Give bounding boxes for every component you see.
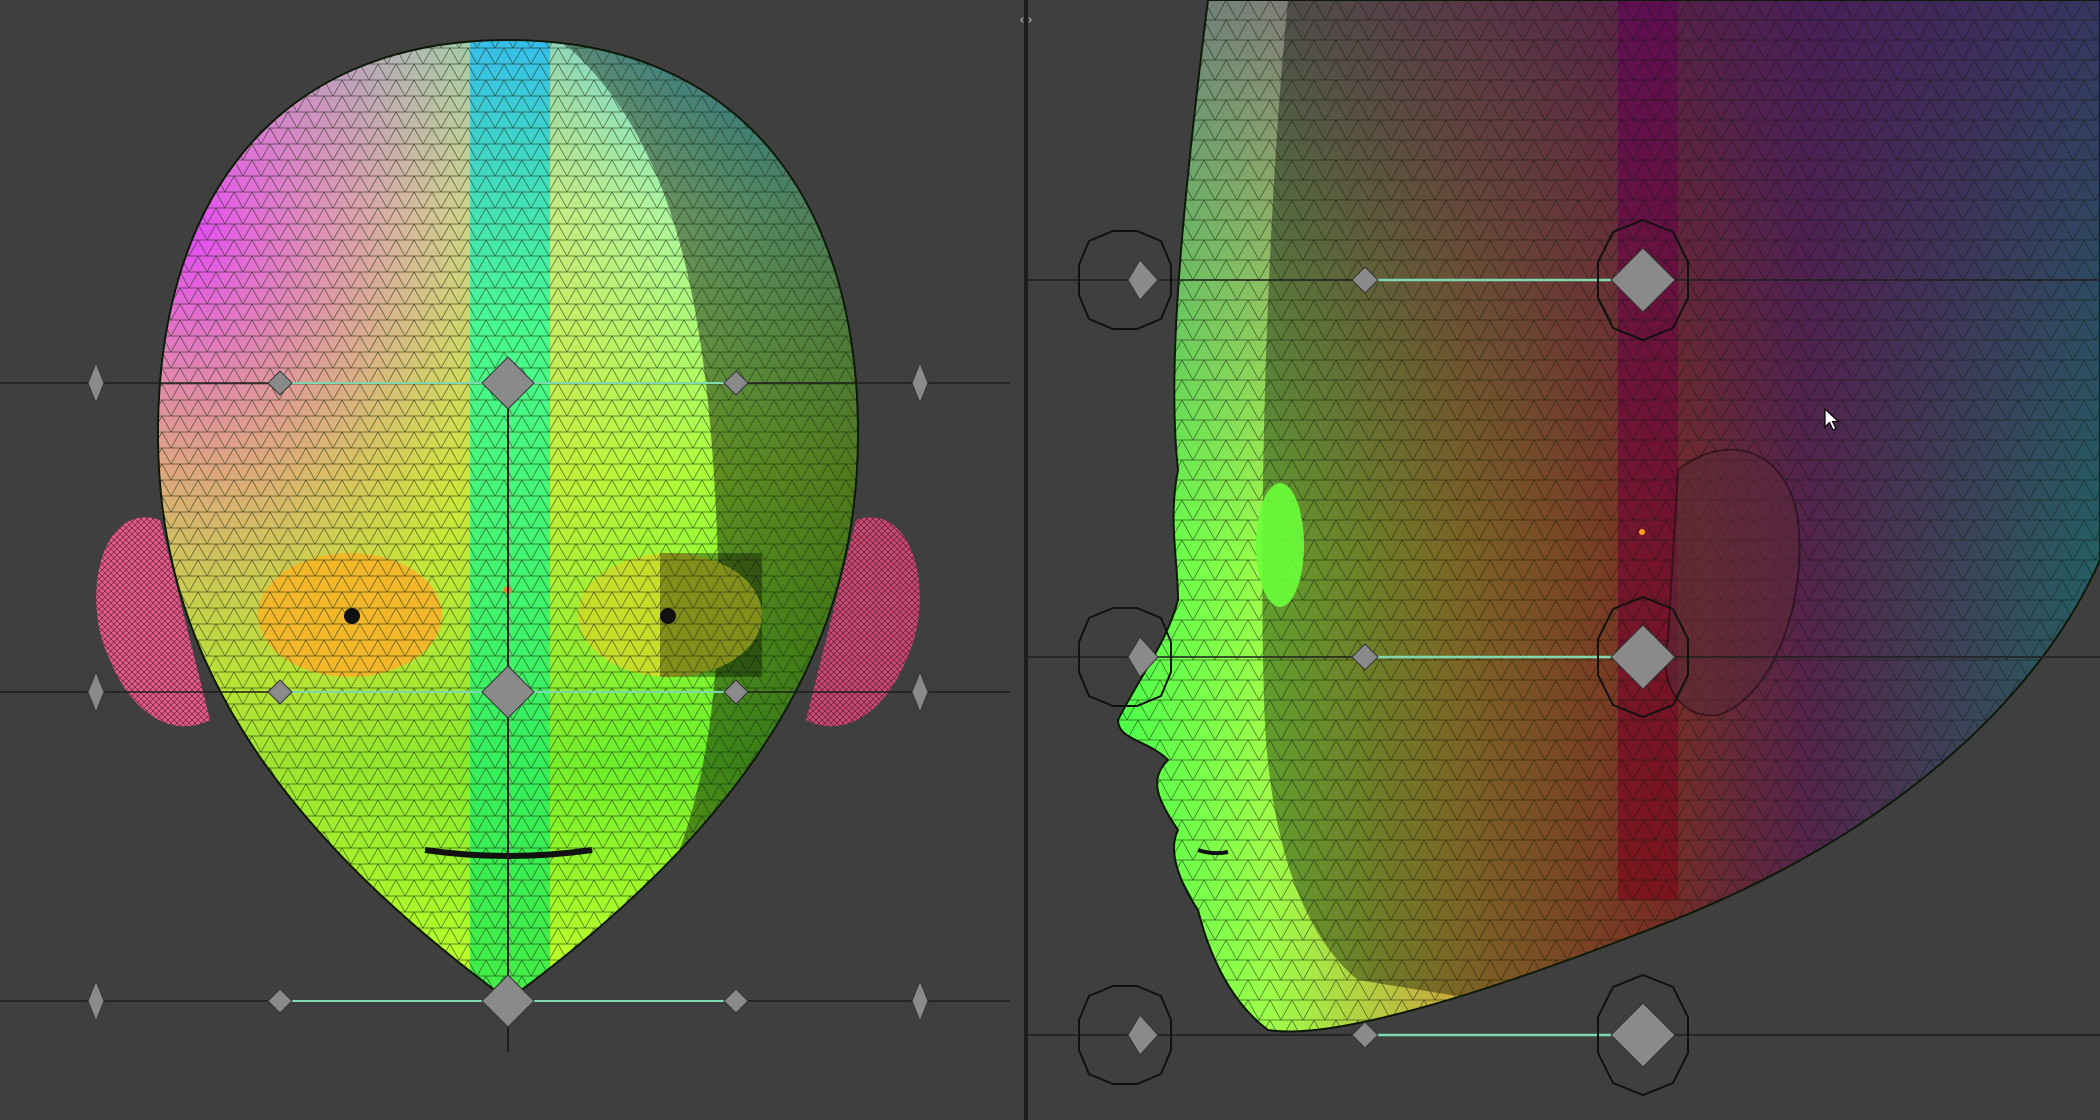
diamond-handle-icon[interactable] [267, 988, 293, 1014]
front-view-canvas[interactable] [0, 0, 1024, 1120]
front-head-mesh [156, 38, 860, 1002]
side-view-canvas[interactable] [1028, 0, 2100, 1120]
right-eye [578, 553, 762, 677]
diamond-handle-icon[interactable] [1351, 1021, 1379, 1049]
diamond-handle-icon[interactable] [87, 670, 105, 714]
diamond-handle-icon[interactable] [87, 979, 105, 1023]
diamond-handle-icon[interactable] [1127, 259, 1159, 301]
side-center-marker [1639, 529, 1645, 535]
diamond-handle-icon[interactable] [1127, 1014, 1159, 1056]
diamond-handle-icon[interactable] [87, 361, 105, 405]
mouse-cursor-icon [1824, 408, 1841, 431]
reference-image-editor: ‹› [0, 0, 2100, 1120]
diamond-handle-icon[interactable] [723, 988, 749, 1014]
diamond-handle-icon[interactable] [911, 670, 929, 714]
diamond-handle-icon[interactable] [911, 361, 929, 405]
side-head-mesh [1116, 0, 2100, 1033]
diamond-handle-icon[interactable] [911, 979, 929, 1023]
left-eye [258, 553, 442, 677]
diamond-handle-icon[interactable] [1610, 1002, 1676, 1068]
front-view-viewport[interactable] [0, 0, 1024, 1120]
side-view-viewport[interactable] [1028, 0, 2100, 1120]
